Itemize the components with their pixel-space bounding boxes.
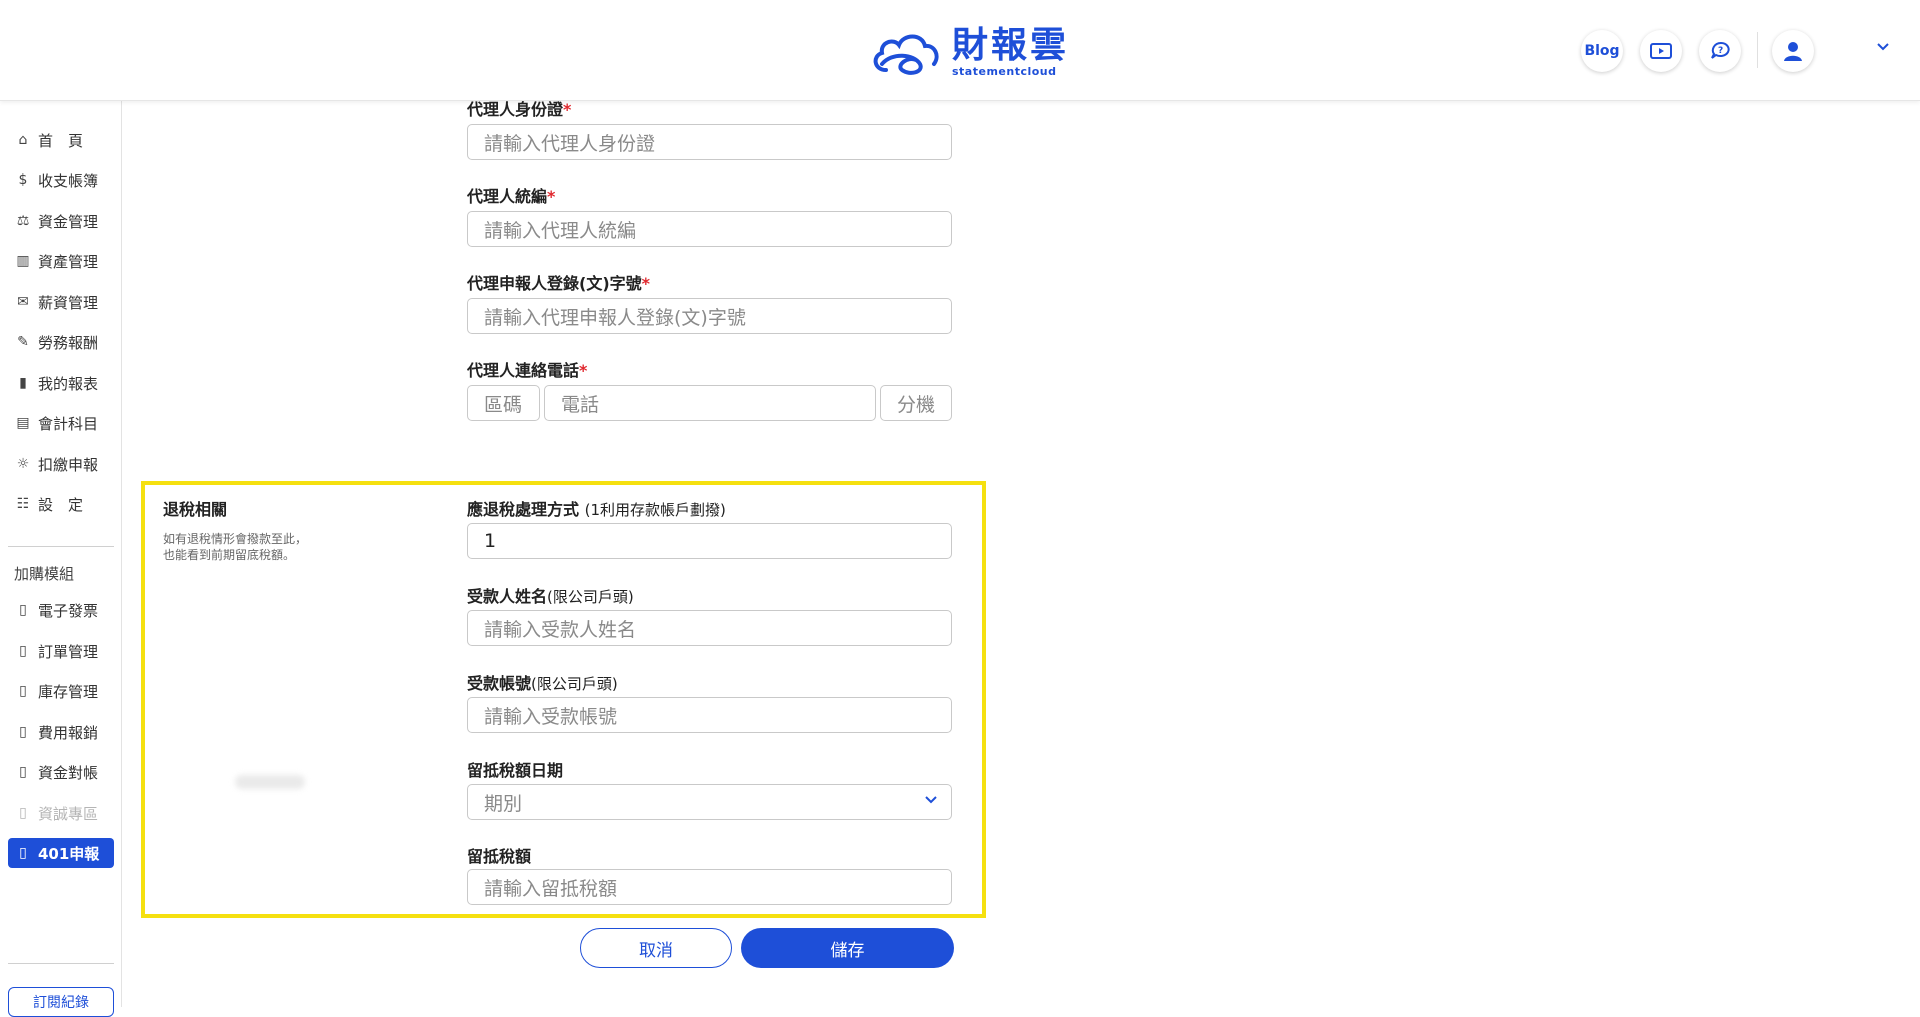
refund-method-input[interactable]: 1 xyxy=(467,523,952,559)
sidebar-item-report[interactable]: ▮ 我的報表 xyxy=(8,368,114,398)
sidebar-item-e-invoice[interactable]: ▯ 電子發票 xyxy=(8,595,114,625)
retained-date-label: 留抵稅額日期 xyxy=(467,761,564,780)
user-avatar-icon xyxy=(1784,42,1802,61)
sidebar-item-label: 扣繳申報 xyxy=(38,455,99,474)
blog-label: Blog xyxy=(1584,43,1620,59)
sidebar-item-orders[interactable]: ▯ 訂單管理 xyxy=(8,636,114,666)
account-icon: ▤ xyxy=(16,415,30,431)
subscription-button[interactable]: 訂閱紀錄 xyxy=(8,987,114,1017)
sidebar-item-pwc[interactable]: ▯ 資誠專區 xyxy=(8,798,114,828)
sidebar-divider xyxy=(8,963,114,964)
sidebar-item-label: 訂單管理 xyxy=(38,642,99,661)
help-button[interactable]: ? xyxy=(1699,30,1741,72)
labor-icon: ✎ xyxy=(17,334,29,350)
sidebar: ⌂ 首 頁 $ 收支帳簿 ⚖ 資金管理 ▥ 資產管理 ✉ 薪資管理 ✎ 勞務報酬… xyxy=(0,101,122,1007)
sidebar-item-label: 電子發票 xyxy=(38,601,99,620)
sidebar-item-label: 資誠專區 xyxy=(38,804,99,823)
sidebar-item-label: 收支帳簿 xyxy=(38,171,99,190)
sidebar-item-labor[interactable]: ✎ 勞務報酬 xyxy=(8,327,114,357)
withholding-icon: ☼ xyxy=(16,456,30,472)
cancel-button[interactable]: 取消 xyxy=(580,928,732,968)
video-guide-button[interactable] xyxy=(1640,30,1682,72)
home-icon: ⌂ xyxy=(18,132,28,148)
payee-name-label: 受款人姓名(限公司戶頭) xyxy=(467,587,634,606)
module-icon: ▯ xyxy=(19,602,27,618)
sidebar-item-withholding[interactable]: ☼ 扣繳申報 xyxy=(8,449,114,479)
sidebar-item-label: 資產管理 xyxy=(38,252,99,271)
sidebar-item-label: 費用報銷 xyxy=(38,723,99,742)
sidebar-item-label: 勞務報酬 xyxy=(38,333,99,352)
brand-logo[interactable]: 財報雲 statementcloud xyxy=(868,24,1069,80)
sidebar-item-expense[interactable]: ▯ 費用報銷 xyxy=(8,717,114,747)
settings-icon: ☷ xyxy=(16,496,30,512)
sidebar-item-inventory[interactable]: ▯ 庫存管理 xyxy=(8,676,114,706)
subscription-label: 訂閱紀錄 xyxy=(33,995,89,1011)
payee-name-input[interactable]: 請輸入受款人姓名 xyxy=(467,610,952,646)
sidebar-item-salary[interactable]: ✉ 薪資管理 xyxy=(8,287,114,317)
sidebar-item-label: 設 定 xyxy=(38,495,84,514)
agent-tax-id-label: 代理人統編* xyxy=(467,187,556,206)
payee-account-label: 受款帳號(限公司戶頭) xyxy=(467,674,618,693)
chevron-down-icon xyxy=(1877,43,1889,51)
top-bar: 財報雲 statementcloud Blog ? xyxy=(0,0,1920,101)
sidebar-item-label: 會計科目 xyxy=(38,414,99,433)
sidebar-item-settings[interactable]: ☷ 設 定 xyxy=(8,489,114,519)
sidebar-item-home[interactable]: ⌂ 首 頁 xyxy=(8,125,114,155)
blurred-mark xyxy=(235,775,305,789)
sidebar-item-label: 401申報 xyxy=(38,844,100,863)
report-icon: ▮ xyxy=(19,375,27,391)
svg-text:?: ? xyxy=(1718,46,1723,56)
brand-title: 財報雲 xyxy=(952,24,1070,66)
sidebar-item-label: 資金管理 xyxy=(38,212,99,231)
module-icon: ▯ xyxy=(19,724,27,740)
module-icon: ▯ xyxy=(19,805,27,821)
sidebar-item-label: 庫存管理 xyxy=(38,682,99,701)
refund-method-label: 應退稅處理方式 (1利用存款帳戶劃撥) xyxy=(467,500,726,519)
payee-account-input[interactable]: 請輸入受款帳號 xyxy=(467,697,952,733)
salary-icon: ✉ xyxy=(17,294,29,310)
agent-reg-no-input[interactable]: 請輸入代理申報人登錄(文)字號 xyxy=(467,298,952,334)
sidebar-item-reconcile[interactable]: ▯ 資金對帳 xyxy=(8,757,114,787)
sidebar-item-label: 資金對帳 xyxy=(38,763,99,782)
sidebar-item-account[interactable]: ▤ 會計科目 xyxy=(8,408,114,438)
refund-section-title: 退稅相關 xyxy=(163,500,228,519)
sidebar-item-label: 我的報表 xyxy=(38,374,99,393)
agent-phone-label: 代理人連絡電話* xyxy=(467,361,588,380)
agent-reg-no-label: 代理申報人登錄(文)字號* xyxy=(467,274,651,293)
user-avatar-button[interactable] xyxy=(1772,30,1814,72)
cloud-logo-icon xyxy=(873,34,939,75)
header-divider xyxy=(1757,32,1758,68)
chevron-down-icon xyxy=(923,792,939,812)
sidebar-item-asset[interactable]: ▥ 資產管理 xyxy=(8,246,114,276)
blog-button[interactable]: Blog xyxy=(1581,30,1623,72)
sidebar-item-label: 首 頁 xyxy=(38,131,84,150)
retained-amount-label: 留抵稅額 xyxy=(467,847,532,866)
retained-date-select[interactable]: 期別 xyxy=(467,784,952,820)
asset-icon: ▥ xyxy=(16,253,30,269)
module-icon: ▯ xyxy=(19,683,27,699)
module-icon: ▯ xyxy=(19,845,27,861)
phone-number-input[interactable]: 電話 xyxy=(544,385,876,421)
help-chat-icon: ? xyxy=(1711,41,1730,59)
sidebar-item-fund[interactable]: ⚖ 資金管理 xyxy=(8,206,114,236)
agent-tax-id-input[interactable]: 請輸入代理人統編 xyxy=(467,211,952,247)
sidebar-divider xyxy=(8,546,114,547)
area-code-input[interactable]: 區碼 xyxy=(467,385,540,421)
sidebar-item-ledger[interactable]: $ 收支帳簿 xyxy=(8,165,114,195)
fund-icon: ⚖ xyxy=(16,213,30,229)
phone-extension-input[interactable]: 分機 xyxy=(880,385,952,421)
sidebar-item-401[interactable]: ▯ 401申報 xyxy=(8,838,114,868)
video-guide-icon xyxy=(1650,43,1672,59)
sidebar-item-label: 薪資管理 xyxy=(38,293,99,312)
retained-amount-input[interactable]: 請輸入留抵稅額 xyxy=(467,869,952,905)
account-menu-button[interactable] xyxy=(1874,38,1892,61)
agent-id-input[interactable]: 請輸入代理人身份證 xyxy=(467,124,952,160)
module-icon: ▯ xyxy=(19,643,27,659)
save-button[interactable]: 儲存 xyxy=(741,928,954,968)
addon-heading: 加購模組 xyxy=(14,565,75,583)
module-icon: ▯ xyxy=(19,764,27,780)
brand-subtitle: statementcloud xyxy=(952,64,1057,78)
refund-section-description: 如有退稅情形會撥款至此， 也能看到前期留底稅額。 xyxy=(163,532,308,562)
ledger-icon: $ xyxy=(18,172,28,188)
